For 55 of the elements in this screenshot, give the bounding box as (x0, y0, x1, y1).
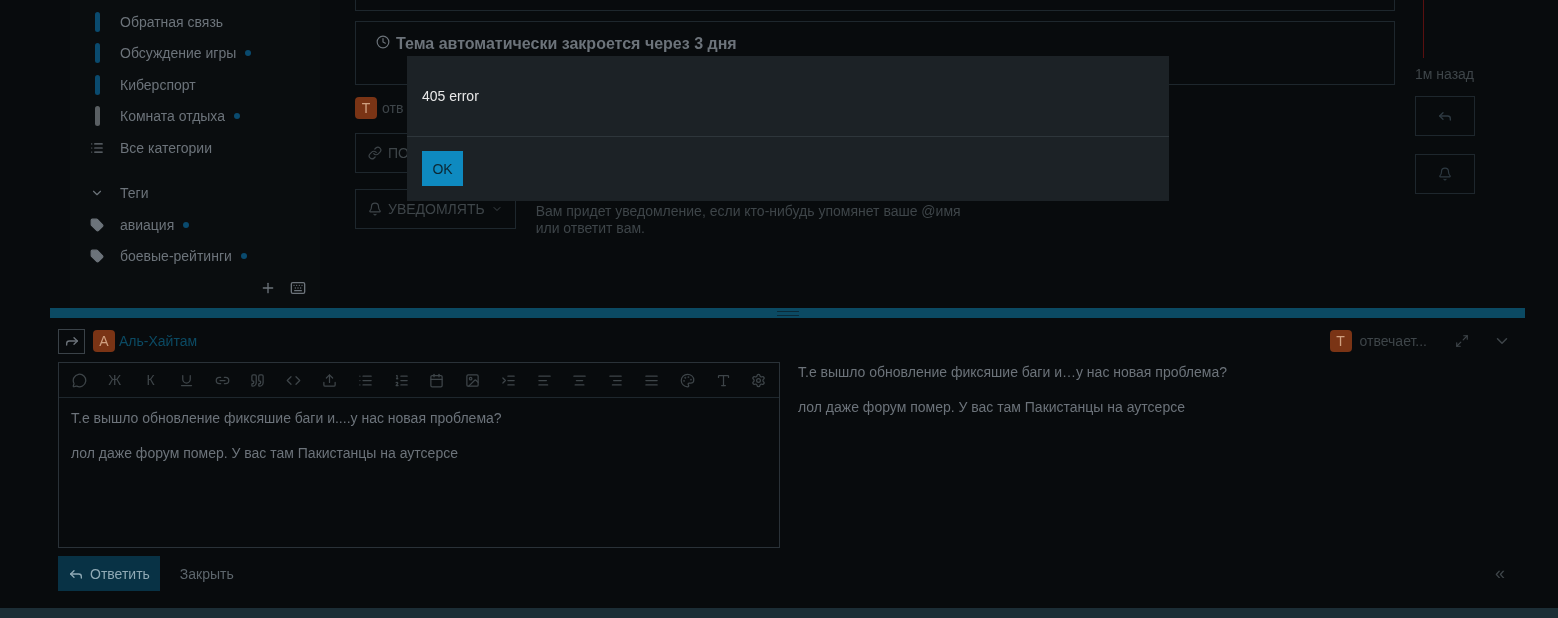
calendar-icon (429, 372, 445, 388)
reply-button[interactable] (1415, 96, 1475, 136)
tag-link[interactable]: боевые-рейтинги (120, 248, 232, 265)
tag-icon (90, 217, 104, 232)
palette-icon (679, 372, 695, 388)
category-link[interactable]: Обсуждение игры (120, 45, 237, 62)
notify-bell-button[interactable] (1415, 154, 1475, 194)
bullet-list-icon (357, 372, 373, 388)
indent-icon (500, 372, 516, 388)
align-left-icon (536, 372, 552, 388)
image-icon (465, 372, 481, 388)
font-icon (715, 372, 731, 388)
list-icon (90, 140, 104, 155)
preview-paragraph: лол даже форум помер. У вас там Пакистанцы на аутсерсе (798, 399, 1186, 415)
bell-icon (1438, 167, 1452, 181)
error-message: 405 error (407, 56, 1169, 137)
user-avatar: A (93, 330, 115, 352)
justify-icon (644, 372, 659, 388)
clock-icon (376, 35, 390, 49)
auto-close-notice: Тема автоматически закроется через 3 дня (396, 35, 737, 53)
numbered-list-icon (393, 372, 409, 388)
category-link[interactable]: Комната отдыха (120, 108, 225, 125)
preview-paragraph: Т.е вышло обновление фиксяшие баги и…у нас новая проблема? (798, 364, 1228, 380)
ok-button[interactable]: OK (422, 151, 463, 186)
align-center-icon (572, 372, 588, 388)
expand-icon[interactable] (1455, 334, 1469, 348)
settings-icon (751, 372, 767, 388)
bell-icon (368, 202, 382, 216)
keyboard-icon[interactable] (290, 280, 306, 296)
underline-icon (178, 372, 194, 388)
category-link[interactable]: Киберспорт (120, 76, 196, 93)
tag-link[interactable]: авиация (120, 216, 175, 233)
link-icon (368, 146, 382, 160)
chat-bubble-icon (71, 372, 87, 388)
reply-submit-button[interactable]: Ответить (58, 556, 160, 591)
editor-paragraph: лол даже форум помер. У вас там Пакистанцы на аутсерсе (71, 445, 459, 461)
tags-heading[interactable]: Теги (120, 185, 149, 202)
align-right-icon (608, 372, 624, 388)
resize-bar[interactable] (50, 308, 1525, 318)
add-icon[interactable] (260, 280, 276, 296)
tag-icon (90, 249, 104, 264)
notify-description: Вам придет уведомление, если кто-нибудь упомянет ваше @имя или ответит вам. (535, 203, 962, 237)
close-button[interactable]: Закрыть (167, 565, 246, 582)
typing-indicator: отвечает... (1359, 333, 1427, 349)
text-input[interactable]: Т.е вышло обновление фиксяшие баги и....у нас новая проблема? лол даже форум помер. У вас там Пакистанцы на аутсерсе (59, 398, 779, 473)
upload-icon (321, 372, 337, 388)
quote-icon (250, 372, 266, 388)
user-avatar: T (1329, 330, 1352, 352)
reply-type-button[interactable] (58, 328, 85, 354)
replying-text: отв (382, 100, 404, 116)
editor-paragraph: Т.е вышло обновление фиксяшие баги и....у нас новая проблема? (71, 410, 503, 426)
post-time: 1м назад (1415, 66, 1475, 82)
user-avatar: T (355, 97, 377, 119)
all-categories-link[interactable]: Все категории (120, 139, 212, 156)
category-link[interactable]: Обратная связь (120, 13, 224, 30)
